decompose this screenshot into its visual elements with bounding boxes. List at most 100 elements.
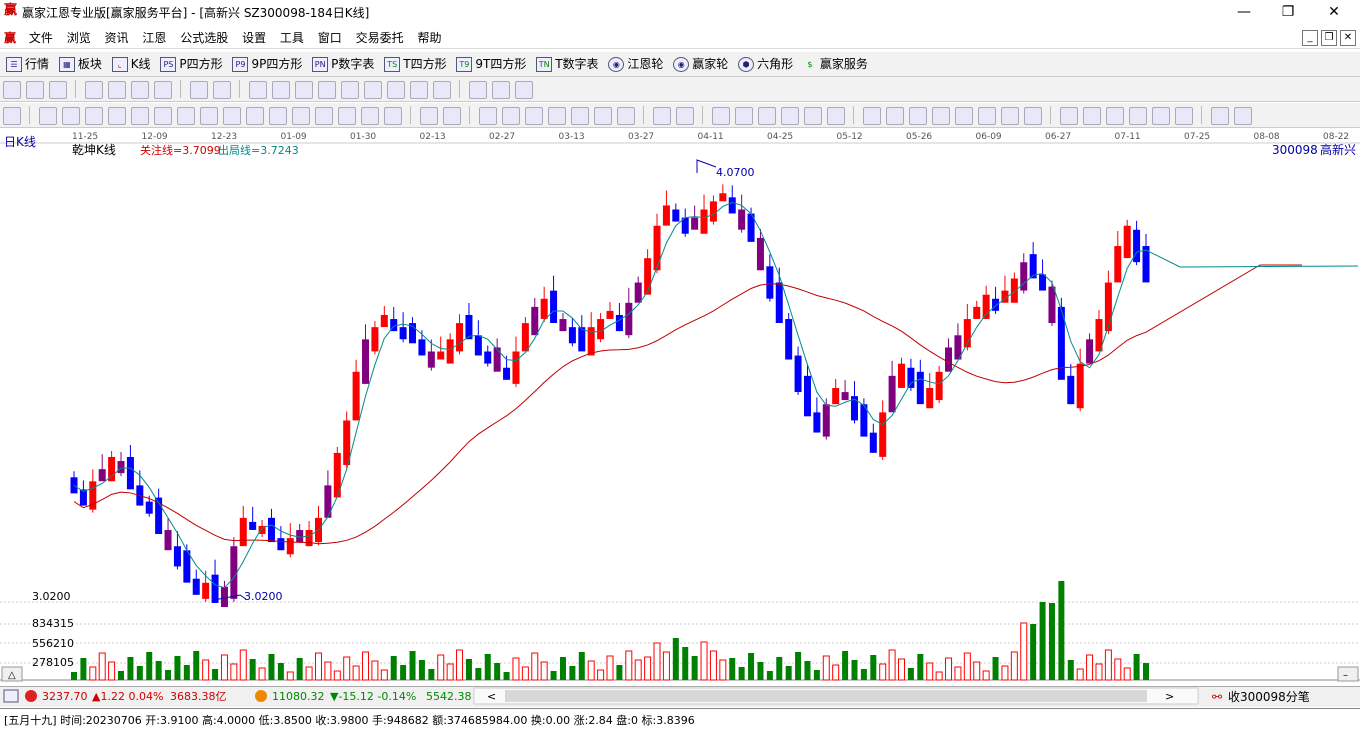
tb3-tool-button-2[interactable] [62, 107, 80, 125]
tb3-tool-button-49[interactable] [1234, 107, 1252, 125]
tb3-tool-button-48[interactable] [1211, 107, 1229, 125]
toolbar-winner-wheel[interactable]: ◉ 赢家轮 [673, 55, 728, 73]
tb3-tool-button-8[interactable] [200, 107, 218, 125]
tb3-tool-button-43[interactable] [1083, 107, 1101, 125]
tb3-tool-button-14[interactable] [338, 107, 356, 125]
trade-detail-link[interactable]: 收300098分笔 [1228, 689, 1310, 704]
tb3-tool-button-34[interactable] [863, 107, 881, 125]
tb3-tool-button-35[interactable] [886, 107, 904, 125]
tb3-tool-button-39[interactable] [978, 107, 996, 125]
tb3-tool-button-1[interactable] [39, 107, 57, 125]
toolbar-gann-wheel[interactable]: ◉ 江恩轮 [608, 55, 663, 73]
menu-browse[interactable]: 浏览 [62, 26, 96, 49]
tb2-tool-button-13[interactable] [341, 81, 359, 99]
tb3-tool-button-9[interactable] [223, 107, 241, 125]
kline-chart[interactable]: 11-25 12-09 12-23 01-09 01-30 02-13 02-27 03-13… [0, 129, 1360, 685]
tb3-tool-button-46[interactable] [1152, 107, 1170, 125]
tb3-tool-button-28[interactable] [712, 107, 730, 125]
tb2-tool-button-12[interactable] [318, 81, 336, 99]
mdi-restore-button[interactable]: ❐ [1321, 30, 1337, 46]
menu-file[interactable]: 文件 [24, 26, 58, 49]
tb2-tool-button-16[interactable] [410, 81, 428, 99]
tb3-tool-button-4[interactable] [108, 107, 126, 125]
menu-gann[interactable]: 江恩 [137, 26, 171, 49]
tb3-tool-button-25[interactable] [617, 107, 635, 125]
tb3-tool-button-37[interactable] [932, 107, 950, 125]
tb2-tool-button-17[interactable] [433, 81, 451, 99]
menu-settings[interactable]: 设置 [237, 26, 271, 49]
tb3-tool-button-5[interactable] [131, 107, 149, 125]
menu-formula[interactable]: 公式选股 [175, 26, 233, 49]
tb3-tool-button-24[interactable] [594, 107, 612, 125]
tb3-tool-button-27[interactable] [676, 107, 694, 125]
tb3-tool-button-33[interactable] [827, 107, 845, 125]
scroll-right-icon[interactable]: > [1165, 690, 1174, 703]
collapse-button[interactable] [1337, 666, 1359, 682]
tb3-tool-button-44[interactable] [1106, 107, 1124, 125]
tb3-tool-button-11[interactable] [269, 107, 287, 125]
toolbar-9p-square[interactable]: P9 9P四方形 [232, 55, 302, 73]
tb3-tool-button-45[interactable] [1129, 107, 1147, 125]
tb3-tool-button-47[interactable] [1175, 107, 1193, 125]
tb3-tool-button-31[interactable] [781, 107, 799, 125]
tb3-tool-button-10[interactable] [246, 107, 264, 125]
tb3-tool-button-26[interactable] [653, 107, 671, 125]
tb2-tool-button-0[interactable] [3, 81, 21, 99]
toolbar-t-square[interactable]: TS T四方形 [384, 55, 447, 73]
tb2-tool-button-6[interactable] [154, 81, 172, 99]
toolbar-quotes[interactable]: ☰ 行情 [6, 55, 49, 73]
tb2-tool-button-10[interactable] [272, 81, 290, 99]
tb3-tool-button-18[interactable] [443, 107, 461, 125]
tb3-tool-button-12[interactable] [292, 107, 310, 125]
tb2-tool-button-15[interactable] [387, 81, 405, 99]
tb2-tool-button-5[interactable] [131, 81, 149, 99]
tb3-tool-button-7[interactable] [177, 107, 195, 125]
tb2-tool-button-7[interactable] [190, 81, 208, 99]
menu-trade[interactable]: 交易委托 [351, 26, 409, 49]
tb3-tool-button-42[interactable] [1060, 107, 1078, 125]
toolbar-t-number[interactable]: TN T数字表 [536, 55, 599, 73]
tb2-tool-button-1[interactable] [26, 81, 44, 99]
toolbar-sectors[interactable]: ▦ 板块 [58, 55, 102, 73]
tb3-tool-button-6[interactable] [154, 107, 172, 125]
tb3-tool-button-21[interactable] [525, 107, 543, 125]
mdi-minimize-button[interactable]: _ [1302, 30, 1318, 46]
menu-help[interactable]: 帮助 [412, 26, 446, 49]
tb2-tool-button-11[interactable] [295, 81, 313, 99]
tb3-tool-button-40[interactable] [1001, 107, 1019, 125]
restore-button[interactable]: ❐ [1266, 2, 1310, 22]
toolbar-p-square[interactable]: PS P四方形 [160, 55, 223, 73]
tb3-tool-button-30[interactable] [758, 107, 776, 125]
tb2-tool-button-14[interactable] [364, 81, 382, 99]
minimize-button[interactable]: — [1222, 2, 1266, 22]
grid-icon[interactable] [3, 689, 19, 703]
scroll-left-icon[interactable]: < [487, 690, 496, 703]
mdi-close-button[interactable]: ✕ [1340, 30, 1356, 46]
toolbar-p-number[interactable]: PN P数字表 [312, 55, 374, 73]
tb3-tool-button-32[interactable] [804, 107, 822, 125]
tb2-tool-button-18[interactable] [469, 81, 487, 99]
tb2-tool-button-8[interactable] [213, 81, 231, 99]
tb3-tool-button-20[interactable] [502, 107, 520, 125]
tb3-tool-button-15[interactable] [361, 107, 379, 125]
menu-news[interactable]: 资讯 [100, 26, 134, 49]
menu-tools[interactable]: 工具 [275, 26, 309, 49]
toolbar-kline[interactable]: ⌞ K线 [111, 55, 151, 73]
toolbar-9t-square[interactable]: T9 9T四方形 [456, 55, 526, 73]
tb3-tool-button-29[interactable] [735, 107, 753, 125]
tb3-tool-button-3[interactable] [85, 107, 103, 125]
tb2-tool-button-3[interactable] [85, 81, 103, 99]
tb3-tool-button-13[interactable] [315, 107, 333, 125]
tb2-tool-button-9[interactable] [249, 81, 267, 99]
tb3-tool-button-23[interactable] [571, 107, 589, 125]
close-button[interactable]: ✕ [1312, 2, 1356, 22]
tb2-tool-button-4[interactable] [108, 81, 126, 99]
menu-window[interactable]: 窗口 [313, 26, 347, 49]
tb3-tool-button-16[interactable] [384, 107, 402, 125]
tb3-tool-button-17[interactable] [420, 107, 438, 125]
tb2-tool-button-20[interactable] [515, 81, 533, 99]
tb3-tool-button-0[interactable] [3, 107, 21, 125]
toolbar-service[interactable]: $ 赢家服务 [803, 55, 868, 73]
tb3-tool-button-19[interactable] [479, 107, 497, 125]
tb2-tool-button-19[interactable] [492, 81, 510, 99]
